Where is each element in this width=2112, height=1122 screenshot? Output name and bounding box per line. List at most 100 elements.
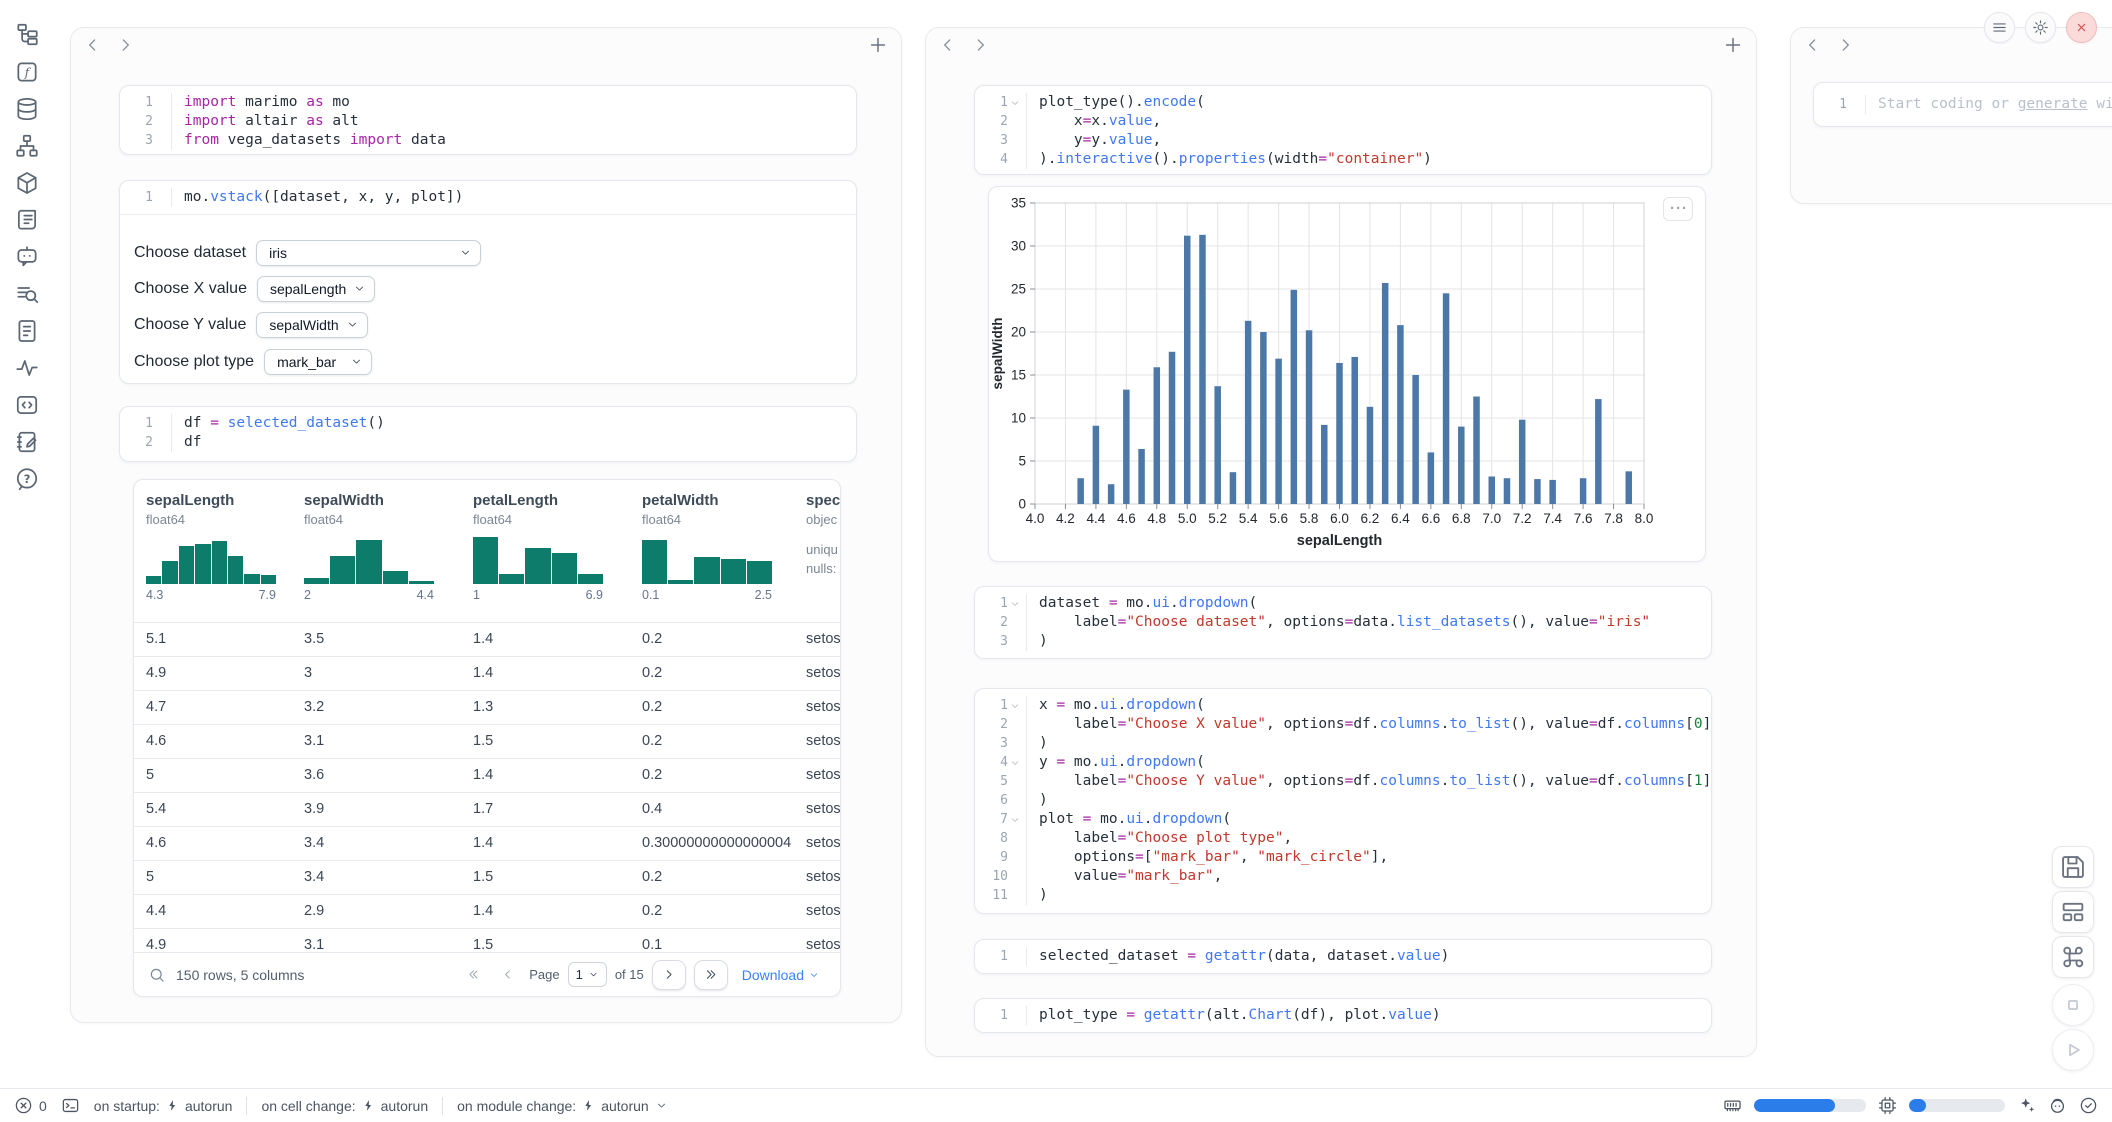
column-histogram[interactable] [304, 532, 434, 584]
sidebar-item-snippets[interactable] [14, 318, 40, 344]
plot-encode-cell[interactable]: 1plot_type().encode(2 x=x.value,3 y=y.va… [974, 85, 1712, 175]
code-line: label="Choose Y value", options=df.colum… [1026, 772, 1711, 791]
sidebar-item-logs[interactable] [14, 207, 40, 233]
chevrons-right-icon [703, 967, 718, 982]
column-header[interactable]: speciobjecuniqunulls: [806, 492, 841, 527]
assistant-button[interactable] [2048, 1096, 2067, 1115]
plot-type-cell[interactable]: 1plot_type = getattr(alt.Chart(df), plot… [974, 998, 1712, 1033]
cell-fold-chevron-icon[interactable] [1009, 814, 1021, 826]
svg-text:8.0: 8.0 [1635, 511, 1654, 526]
last-page-button[interactable] [694, 960, 728, 990]
column-forward-button[interactable] [1835, 35, 1855, 55]
line-number: 7 [988, 810, 1008, 829]
cell-fold-chevron-icon[interactable] [1009, 700, 1021, 712]
save-button[interactable] [2052, 846, 2094, 888]
errors-indicator[interactable]: 0 [14, 1096, 47, 1115]
run-all-button[interactable] [2052, 1029, 2094, 1071]
sidebar-item-scratchpad[interactable] [14, 392, 40, 418]
ai-features-button[interactable] [2017, 1096, 2036, 1115]
code-line: mo.vstack([dataset, x, y, plot]) [171, 188, 463, 207]
svg-text:4.2: 4.2 [1056, 511, 1075, 526]
first-page-button[interactable] [461, 962, 487, 988]
chevron-right-icon [1835, 35, 1855, 55]
sidebar-item-help[interactable]: ? [14, 466, 40, 492]
dataset-dropdown-cell[interactable]: 1dataset = mo.ui.dropdown(2 label="Choos… [974, 586, 1712, 659]
column-back-button[interactable] [83, 35, 103, 55]
cell-fold-chevron-icon[interactable] [1009, 598, 1021, 610]
column-forward-button[interactable] [115, 35, 135, 55]
cell-fold-chevron-icon[interactable] [1009, 757, 1021, 769]
column-histogram[interactable] [146, 532, 276, 584]
on-startup-autorun-toggle[interactable]: on startup: autorun [94, 1098, 233, 1114]
column-back-button[interactable] [938, 35, 958, 55]
table-cell: 1.4 [473, 903, 493, 919]
notebook-menu-button[interactable] [1984, 12, 2015, 43]
vstack-cell[interactable]: 1mo.vstack([dataset, x, y, plot])Choose … [119, 180, 857, 384]
chart-bar [1428, 452, 1435, 504]
sidebar-item-documentation[interactable] [14, 281, 40, 307]
sidebar-item-ai-chat[interactable] [14, 244, 40, 270]
x-value-select[interactable]: sepalLength [257, 276, 375, 302]
on-cell-change-autorun-toggle[interactable]: on cell change: autorun [261, 1098, 428, 1114]
column-histogram[interactable] [473, 532, 603, 584]
column-histogram[interactable] [642, 532, 772, 584]
df-cell[interactable]: 1df = selected_dataset()2df [119, 406, 857, 462]
column-header[interactable]: sepalWidthfloat6424.4 [304, 492, 459, 527]
histogram-bar [721, 559, 746, 584]
imports-cell[interactable]: 1import marimo as mo2import altair as al… [119, 85, 857, 155]
layout-toggle-button[interactable] [2052, 891, 2094, 933]
sidebar-item-dependency-graph[interactable] [14, 133, 40, 159]
code-line: options=["mark_bar", "mark_circle"], [1026, 848, 1388, 867]
sidebar-item-file-tree[interactable] [14, 22, 40, 48]
sidebar-item-functions[interactable]: f [14, 59, 40, 85]
column-header[interactable]: petalLengthfloat6416.9 [473, 492, 628, 527]
code-line: plot_type = getattr(alt.Chart(df), plot.… [1026, 1006, 1441, 1025]
interrupt-button[interactable] [2052, 984, 2094, 1026]
shutdown-button[interactable] [2066, 12, 2097, 43]
download-button[interactable]: Download [736, 966, 826, 984]
dataset-select[interactable]: iris [256, 240, 481, 266]
column-header[interactable]: petalWidthfloat640.12.5 [642, 492, 797, 527]
xy-plot-dropdown-cell[interactable]: 1x = mo.ui.dropdown(2 label="Choose X va… [974, 688, 1712, 914]
chart-actions-button[interactable]: ··· [1663, 197, 1693, 221]
table-cell: setos [806, 699, 841, 715]
add-cell-button[interactable] [1722, 34, 1744, 56]
table-search-button[interactable] [148, 966, 166, 984]
keyboard-shortcuts-button[interactable] [2052, 936, 2094, 978]
sidebar-item-packages[interactable] [14, 170, 40, 196]
column-header[interactable]: sepalLengthfloat644.37.9 [146, 492, 301, 527]
line-gutter: 3 [120, 131, 171, 150]
cell-fold-chevron-icon[interactable] [1009, 97, 1021, 109]
plot-type-select[interactable]: mark_bar [264, 349, 372, 375]
histogram-bar [694, 557, 719, 584]
svg-text:7.4: 7.4 [1543, 511, 1562, 526]
generate-with-ai-link[interactable]: generate [2018, 96, 2088, 112]
add-cell-button[interactable] [867, 34, 889, 56]
selected-dataset-cell[interactable]: 1selected_dataset = getattr(data, datase… [974, 939, 1712, 974]
chart-bar [1291, 290, 1298, 504]
connection-status-button[interactable] [2079, 1096, 2098, 1115]
chart-bar [1367, 407, 1374, 504]
column-name: speci [806, 492, 841, 509]
column-back-button[interactable] [1803, 35, 1823, 55]
table-cell: 1.5 [473, 937, 493, 953]
empty-cell-editor[interactable]: 1 Start coding or generate with [1813, 82, 2112, 127]
page-number-select[interactable]: 1 [568, 962, 607, 987]
svg-text:6.0: 6.0 [1330, 511, 1349, 526]
column-forward-button[interactable] [970, 35, 990, 55]
y-value-select[interactable]: sepalWidth [256, 312, 368, 338]
svg-text:5.0: 5.0 [1178, 511, 1197, 526]
code-line: y=y.value, [1026, 131, 1161, 150]
settings-button[interactable] [2025, 12, 2056, 43]
lightning-bolt-icon [166, 1099, 179, 1112]
dropdown-row: Choose X valuesepalLength [134, 275, 375, 302]
sidebar-item-tracing[interactable] [14, 355, 40, 381]
dropdown-row: Choose Y valuesepalWidth [134, 311, 368, 338]
sidebar-item-database[interactable] [14, 96, 40, 122]
on-module-change-autorun-toggle[interactable]: on module change: autorun [457, 1098, 668, 1114]
next-page-button[interactable] [652, 960, 686, 990]
sepal-bar-chart[interactable]: 4.04.24.44.64.85.05.25.45.65.86.06.26.46… [989, 187, 1705, 561]
sidebar-item-notebook[interactable] [14, 429, 40, 455]
terminal-button[interactable] [61, 1096, 80, 1115]
previous-page-button[interactable] [495, 962, 521, 988]
